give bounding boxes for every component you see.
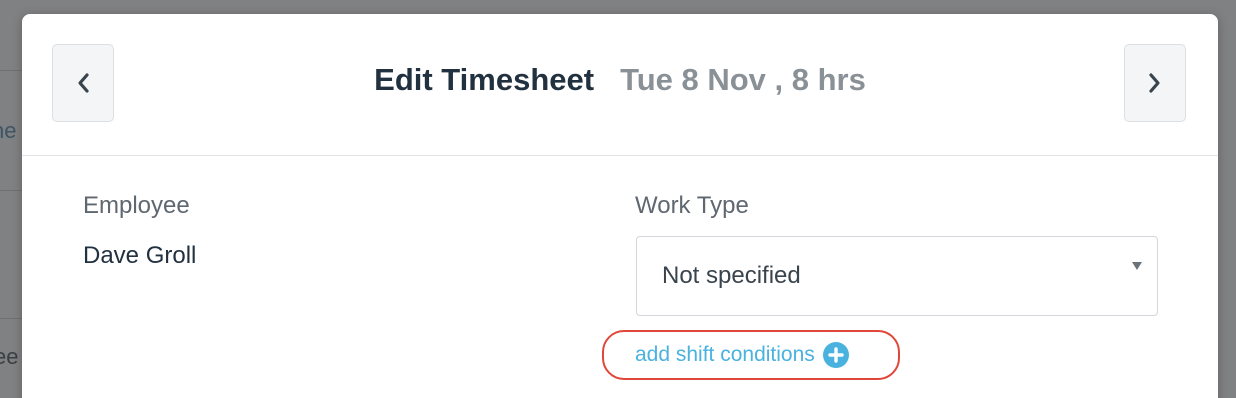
background-divider (0, 70, 22, 71)
chevron-right-icon (1148, 72, 1162, 94)
add-shift-conditions-label: add shift conditions (635, 343, 815, 366)
work-type-label: Work Type (635, 192, 749, 219)
employee-value: Dave Groll (83, 242, 197, 269)
modal-title: Edit Timesheet Tue 8 Nov , 8 hrs (22, 62, 1218, 98)
background-divider (0, 190, 22, 191)
plus-circle-icon (815, 342, 849, 368)
timesheet-date-hours: Tue 8 Nov , 8 hrs (620, 62, 866, 97)
background-divider (0, 318, 22, 319)
next-timesheet-button[interactable] (1124, 44, 1186, 122)
background-text-fragment: ne (0, 118, 17, 143)
employee-label: Employee (83, 192, 190, 219)
work-type-selected-value: Not specified (662, 262, 801, 289)
add-shift-conditions-link[interactable]: add shift conditions (635, 342, 849, 368)
page-title: Edit Timesheet (374, 62, 595, 97)
background-text-fragment: ee (0, 344, 19, 369)
caret-down-icon (1132, 262, 1142, 270)
modal-header: Edit Timesheet Tue 8 Nov , 8 hrs (22, 14, 1218, 156)
edit-timesheet-modal: Edit Timesheet Tue 8 Nov , 8 hrs Employee… (22, 14, 1218, 398)
work-type-select[interactable]: Not specified (636, 236, 1158, 316)
